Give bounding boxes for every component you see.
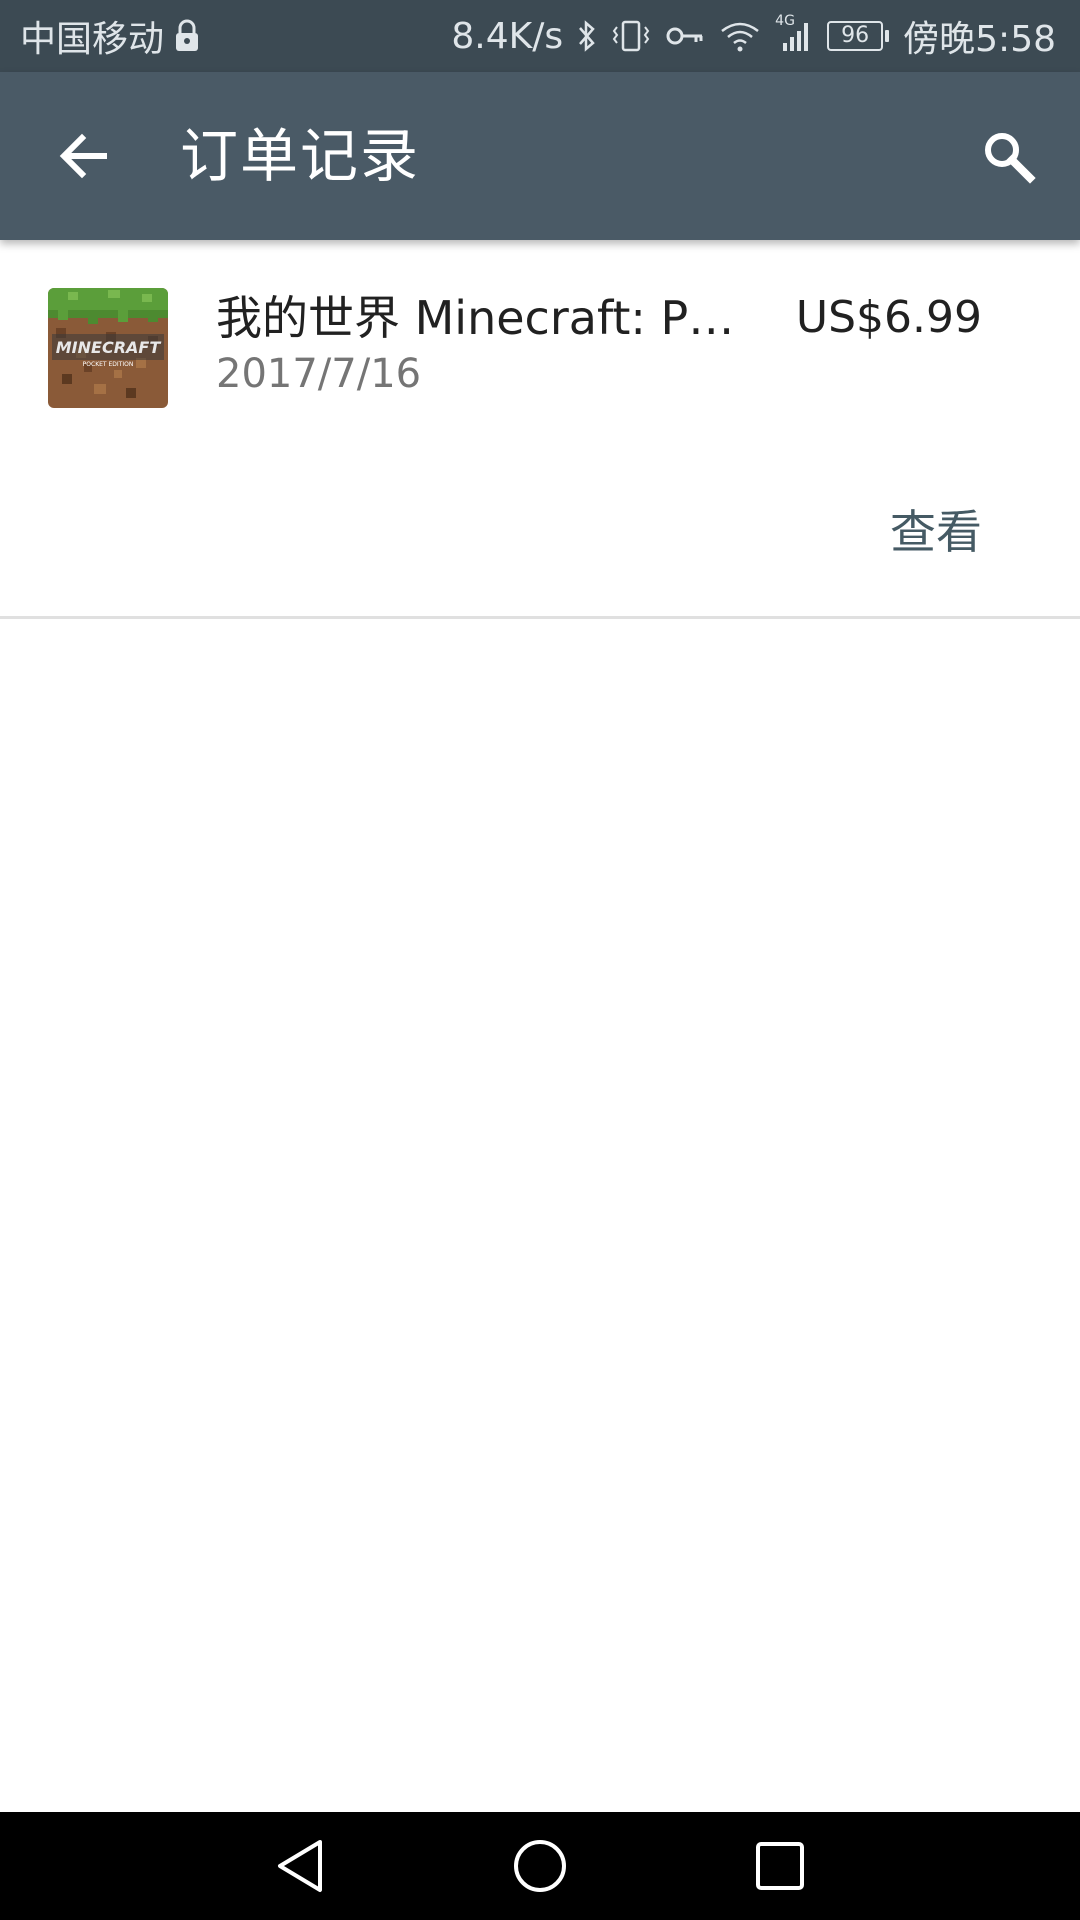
search-button[interactable] xyxy=(966,114,1050,198)
nav-home-icon xyxy=(514,1840,566,1892)
carrier-label: 中国移动 xyxy=(20,19,165,60)
nav-home-button[interactable] xyxy=(506,1832,574,1900)
status-right: 8.4K/s 4G 96 傍晚5:58 xyxy=(451,10,1056,62)
nav-back-button[interactable] xyxy=(266,1832,334,1900)
clock: 傍晚5:58 xyxy=(903,19,1056,60)
battery-icon: 96 xyxy=(827,21,890,51)
view-button[interactable]: 查看 xyxy=(890,502,982,562)
nav-recents-icon xyxy=(756,1842,804,1890)
battery-tip xyxy=(885,30,890,42)
order-price: US$6.99 xyxy=(795,292,982,343)
wifi-icon xyxy=(719,19,761,53)
network-speed: 8.4K/s xyxy=(451,15,564,57)
lock-icon xyxy=(174,19,200,53)
network-type: 4G xyxy=(775,13,795,29)
back-button[interactable] xyxy=(42,114,126,198)
status-left: 中国移动 xyxy=(20,10,200,62)
order-date: 2017/7/16 xyxy=(216,351,422,397)
page-title: 订单记录 xyxy=(180,122,421,190)
navigation-bar xyxy=(0,1812,1080,1920)
app-bar: 订单记录 xyxy=(0,72,1080,240)
nav-recents-button[interactable] xyxy=(746,1832,814,1900)
bluetooth-icon xyxy=(577,19,597,53)
arrow-back-icon xyxy=(59,133,107,179)
status-bar: 中国移动 8.4K/s 4G 96 傍晚5:58 xyxy=(0,0,1080,72)
vibrate-icon xyxy=(611,19,651,53)
order-item-title[interactable]: 我的世界 Minecraft: P… xyxy=(216,288,736,348)
battery-level: 96 xyxy=(827,21,884,51)
minecraft-app-icon: MINECRAFT POCKET EDITION xyxy=(48,288,168,408)
svg-text:POCKET EDITION: POCKET EDITION xyxy=(83,361,134,368)
svg-text:MINECRAFT: MINECRAFT xyxy=(56,338,162,357)
screen: 中国移动 8.4K/s 4G 96 傍晚5:58 订单记录 MINECRAFT … xyxy=(0,0,1080,1920)
nav-back-icon xyxy=(278,1840,322,1892)
key-icon xyxy=(665,19,705,53)
order-card: MINECRAFT POCKET EDITION 我的世界 Minecraft:… xyxy=(0,240,1080,619)
search-icon xyxy=(985,133,1036,184)
signal-icon: 4G xyxy=(775,13,813,53)
